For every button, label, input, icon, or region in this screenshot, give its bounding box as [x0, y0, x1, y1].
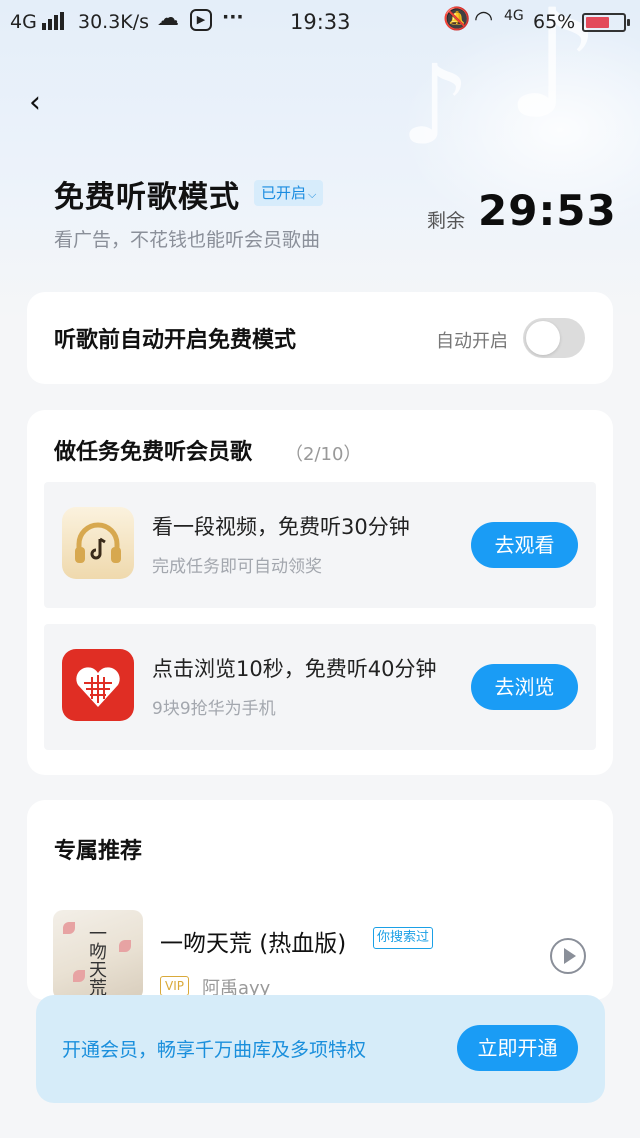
clock-time: 19:33: [290, 10, 351, 34]
media-play-icon: ▶: [190, 9, 212, 31]
network-type-right: 4G: [504, 8, 524, 24]
task-title: 看一段视频，免费听30分钟: [152, 515, 410, 539]
vip-badge: VIP: [160, 976, 189, 996]
page-title: 免费听歌模式: [54, 180, 240, 215]
searched-tag: 你搜索过: [373, 927, 434, 949]
auto-mode-card: 听歌前自动开启免费模式 自动开启: [27, 292, 613, 384]
play-icon[interactable]: [550, 938, 586, 974]
task-item: 看一段视频，免费听30分钟 完成任务即可自动领奖 去观看: [44, 482, 596, 608]
remaining-time: 29:53: [478, 186, 617, 235]
status-bar: 4G 30.3K/s ☁ ▶ ··· 19:33 🔕 ◠ 4G 65%: [0, 0, 640, 44]
auto-mode-label: 听歌前自动开启免费模式: [54, 328, 297, 353]
auto-mode-toggle[interactable]: [523, 318, 585, 358]
recommend-heading: 专属推荐: [54, 839, 143, 864]
tasks-card: 做任务免费听会员歌 （2/10） 看一段视频，免费听30分钟 完成任务即可自动领…: [27, 410, 613, 775]
song-cover: 一吻天荒: [53, 910, 143, 1000]
membership-text: 开通会员，畅享千万曲库及多项特权: [62, 1039, 367, 1061]
cloud-icon: ☁: [157, 6, 179, 31]
cover-title: 一吻天荒: [86, 924, 107, 996]
toggle-knob: [526, 321, 560, 355]
browse-button[interactable]: 去浏览: [471, 664, 578, 710]
pinduoduo-app-icon: [62, 649, 134, 721]
chevron-left-icon: ‹: [29, 85, 41, 120]
battery-icon: [582, 13, 630, 32]
bell-muted-icon: 🔕: [443, 7, 471, 32]
mode-status-chip[interactable]: 已开启 ⌵: [254, 180, 324, 206]
recommend-card: 专属推荐 一吻天荒 一吻天荒 (热血版) 你搜索过 VIP 阿禹ayy: [27, 800, 613, 1000]
music-note-decoration-icon: ♪: [400, 41, 471, 169]
chevron-down-icon: ⌵: [308, 188, 317, 201]
network-type: 4G: [10, 11, 37, 33]
tasks-progress: （2/10）: [285, 444, 362, 465]
auto-toggle-label: 自动开启: [436, 331, 508, 352]
header-background: ♪ ♪: [0, 0, 640, 320]
back-button[interactable]: ‹: [18, 86, 52, 120]
song-title: 一吻天荒 (热血版): [160, 931, 347, 957]
task-subtitle: 完成任务即可自动领奖: [152, 557, 322, 577]
song-list-item[interactable]: 一吻天荒 一吻天荒 (热血版) 你搜索过 VIP 阿禹ayy: [27, 910, 613, 1000]
membership-banner: 开通会员，畅享千万曲库及多项特权 立即开通: [36, 995, 605, 1103]
wifi-icon: ◠: [474, 7, 494, 32]
battery-percent: 65%: [533, 11, 576, 33]
page-subtitle: 看广告，不花钱也能听会员歌曲: [54, 229, 321, 251]
watch-video-button[interactable]: 去观看: [471, 522, 578, 568]
signal-icon: [42, 12, 66, 30]
remaining-label: 剩余: [427, 210, 466, 232]
mode-status-label: 已开启: [261, 184, 307, 202]
task-item: 点击浏览10秒，免费听40分钟 9块9抢华为手机 去浏览: [44, 624, 596, 750]
more-dots-icon: ···: [222, 6, 244, 28]
network-speed: 30.3K/s: [78, 11, 150, 33]
task-subtitle: 9块9抢华为手机: [152, 699, 276, 719]
open-membership-button[interactable]: 立即开通: [457, 1025, 578, 1071]
tasks-heading: 做任务免费听会员歌: [54, 440, 253, 465]
music-headphones-app-icon: [62, 507, 134, 579]
task-title: 点击浏览10秒，免费听40分钟: [152, 657, 437, 681]
